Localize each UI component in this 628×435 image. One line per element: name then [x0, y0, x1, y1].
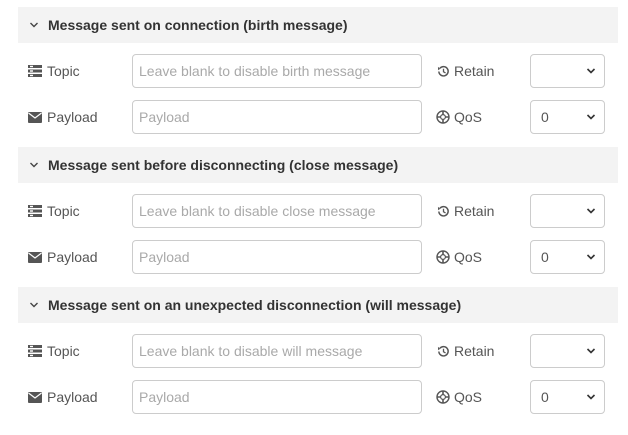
- section-header-close[interactable]: Message sent before disconnecting (close…: [18, 147, 618, 183]
- birth-topic-input[interactable]: [132, 54, 422, 88]
- topic-label: Topic: [28, 334, 80, 368]
- select-value: 0: [541, 249, 549, 265]
- life-ring-icon: [436, 250, 450, 264]
- birth-retain-select[interactable]: [530, 54, 605, 88]
- chevron-down-icon: [586, 394, 596, 400]
- chevron-down-icon: [586, 348, 596, 354]
- close-payload-input[interactable]: [132, 240, 422, 274]
- topic-label: Topic: [28, 194, 80, 228]
- qos-label-text: QoS: [454, 109, 483, 125]
- topic-label-text: Topic: [47, 343, 80, 359]
- qos-label-text: QoS: [454, 249, 483, 265]
- close-retain-select[interactable]: [530, 194, 605, 228]
- history-icon: [436, 64, 450, 78]
- section-title: Message sent on an unexpected disconnect…: [48, 297, 462, 313]
- close-topic-input[interactable]: [132, 194, 422, 228]
- tasks-list-icon: [28, 204, 42, 218]
- payload-label: Payload: [28, 240, 98, 274]
- will-retain-select[interactable]: [530, 334, 605, 368]
- tasks-list-icon: [28, 344, 42, 358]
- select-value: 0: [541, 389, 549, 405]
- life-ring-icon: [436, 110, 450, 124]
- envelope-icon: [28, 110, 42, 124]
- envelope-icon: [28, 250, 42, 264]
- will-topic-input[interactable]: [132, 334, 422, 368]
- chevron-down-icon: [29, 300, 39, 310]
- qos-label: QoS: [436, 100, 482, 134]
- retain-label: Retain: [436, 334, 494, 368]
- section-header-birth[interactable]: Message sent on connection (birth messag…: [18, 7, 618, 43]
- qos-label: QoS: [436, 380, 482, 414]
- history-icon: [436, 344, 450, 358]
- select-value: 0: [541, 109, 549, 125]
- chevron-down-icon: [29, 160, 39, 170]
- qos-label: QoS: [436, 240, 482, 274]
- tasks-list-icon: [28, 64, 42, 78]
- retain-label-text: Retain: [454, 63, 495, 79]
- birth-payload-input[interactable]: [132, 100, 422, 134]
- topic-label: Topic: [28, 54, 80, 88]
- chevron-down-icon: [29, 20, 39, 30]
- will-payload-input[interactable]: [132, 380, 422, 414]
- qos-label-text: QoS: [454, 389, 483, 405]
- retain-label-text: Retain: [454, 343, 495, 359]
- payload-label-text: Payload: [47, 109, 98, 125]
- section-title: Message sent before disconnecting (close…: [48, 157, 399, 173]
- birth-qos-select[interactable]: 0: [530, 100, 605, 134]
- retain-label: Retain: [436, 194, 494, 228]
- topic-label-text: Topic: [47, 203, 80, 219]
- will-qos-select[interactable]: 0: [530, 380, 605, 414]
- close-qos-select[interactable]: 0: [530, 240, 605, 274]
- envelope-icon: [28, 390, 42, 404]
- history-icon: [436, 204, 450, 218]
- retain-label: Retain: [436, 54, 494, 88]
- chevron-down-icon: [586, 254, 596, 260]
- topic-label-text: Topic: [47, 63, 80, 79]
- retain-label-text: Retain: [454, 203, 495, 219]
- payload-label-text: Payload: [47, 249, 98, 265]
- chevron-down-icon: [586, 114, 596, 120]
- section-title: Message sent on connection (birth messag…: [48, 17, 348, 33]
- chevron-down-icon: [586, 68, 596, 74]
- payload-label-text: Payload: [47, 389, 98, 405]
- life-ring-icon: [436, 390, 450, 404]
- payload-label: Payload: [28, 100, 98, 134]
- chevron-down-icon: [586, 208, 596, 214]
- payload-label: Payload: [28, 380, 98, 414]
- section-header-will[interactable]: Message sent on an unexpected disconnect…: [18, 287, 618, 323]
